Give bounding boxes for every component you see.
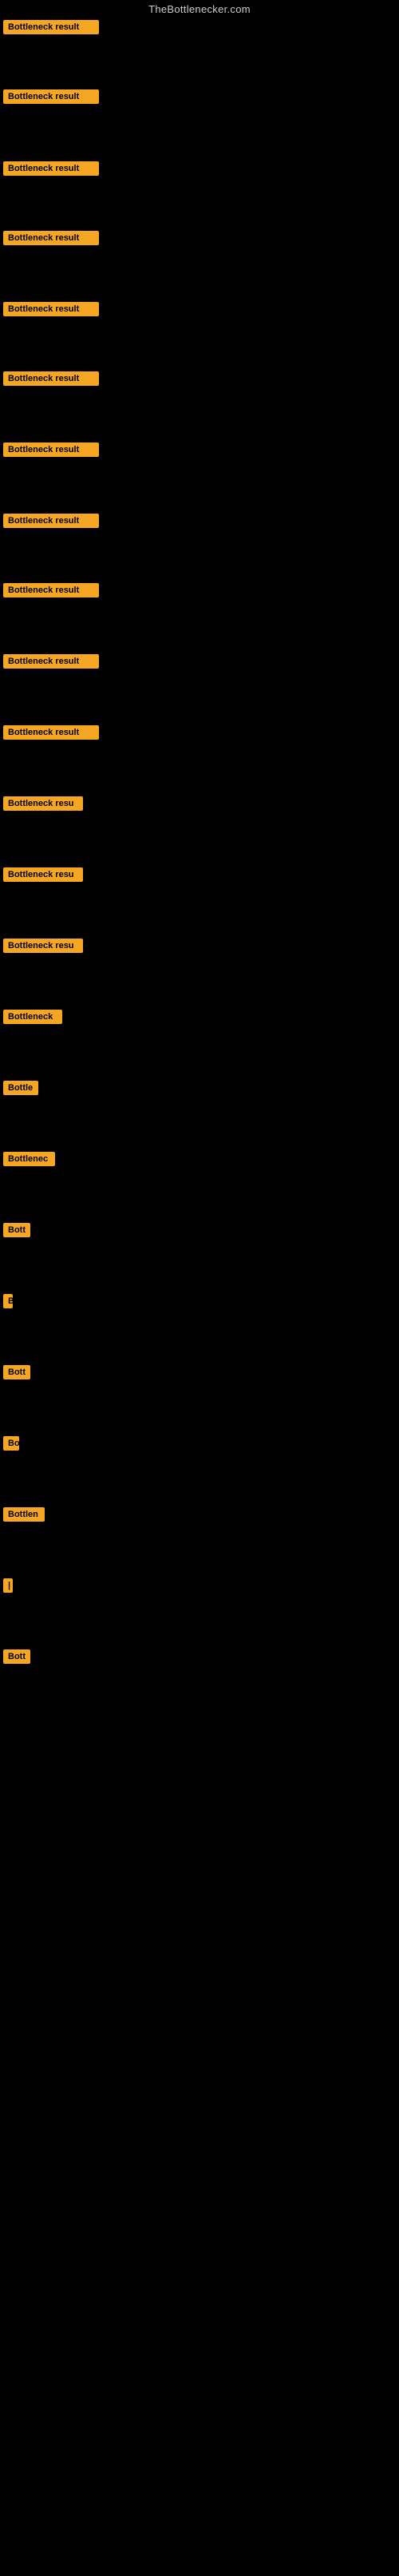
- bottleneck-badge-13[interactable]: Bottleneck resu: [3, 867, 83, 882]
- badge-row-7: Bottleneck result: [3, 443, 99, 461]
- bottleneck-badge-4[interactable]: Bottleneck result: [3, 231, 99, 245]
- badge-row-13: Bottleneck resu: [3, 867, 83, 886]
- badge-row-14: Bottleneck resu: [3, 939, 83, 957]
- bottleneck-badge-14[interactable]: Bottleneck resu: [3, 939, 83, 953]
- bottleneck-badge-2[interactable]: Bottleneck result: [3, 89, 99, 104]
- badge-row-15: Bottleneck: [3, 1010, 62, 1028]
- badge-row-1: Bottleneck result: [3, 20, 99, 38]
- bottleneck-badge-15[interactable]: Bottleneck: [3, 1010, 62, 1024]
- bottleneck-badge-6[interactable]: Bottleneck result: [3, 371, 99, 386]
- badge-row-18: Bott: [3, 1223, 30, 1241]
- bottleneck-badge-20[interactable]: Bott: [3, 1365, 30, 1379]
- badge-row-22: Bottlen: [3, 1507, 45, 1526]
- bottleneck-badge-23[interactable]: |: [3, 1578, 13, 1593]
- badge-row-3: Bottleneck result: [3, 161, 99, 180]
- bottleneck-badge-21[interactable]: Bo: [3, 1436, 19, 1451]
- bottleneck-badge-22[interactable]: Bottlen: [3, 1507, 45, 1522]
- badge-row-19: B: [3, 1294, 13, 1312]
- bottleneck-badge-10[interactable]: Bottleneck result: [3, 654, 99, 669]
- bottleneck-badge-1[interactable]: Bottleneck result: [3, 20, 99, 34]
- bottleneck-badge-17[interactable]: Bottlenec: [3, 1152, 55, 1166]
- badge-row-5: Bottleneck result: [3, 302, 99, 320]
- bottleneck-badge-11[interactable]: Bottleneck result: [3, 725, 99, 740]
- bottleneck-badge-5[interactable]: Bottleneck result: [3, 302, 99, 316]
- badge-row-8: Bottleneck result: [3, 514, 99, 532]
- badge-row-4: Bottleneck result: [3, 231, 99, 249]
- badge-row-2: Bottleneck result: [3, 89, 99, 108]
- badge-row-12: Bottleneck resu: [3, 796, 83, 815]
- badge-row-10: Bottleneck result: [3, 654, 99, 673]
- bottleneck-badge-19[interactable]: B: [3, 1294, 13, 1308]
- bottleneck-badge-8[interactable]: Bottleneck result: [3, 514, 99, 528]
- bottleneck-badge-12[interactable]: Bottleneck resu: [3, 796, 83, 811]
- badge-row-9: Bottleneck result: [3, 583, 99, 601]
- site-title: TheBottlenecker.com: [0, 0, 399, 20]
- bottleneck-badge-3[interactable]: Bottleneck result: [3, 161, 99, 176]
- badge-row-23: |: [3, 1578, 13, 1597]
- badge-row-20: Bott: [3, 1365, 30, 1383]
- badge-row-11: Bottleneck result: [3, 725, 99, 744]
- bottleneck-badge-16[interactable]: Bottle: [3, 1081, 38, 1095]
- badge-row-6: Bottleneck result: [3, 371, 99, 390]
- badge-row-21: Bo: [3, 1436, 19, 1455]
- bottleneck-badge-9[interactable]: Bottleneck result: [3, 583, 99, 597]
- bottleneck-badge-24[interactable]: Bott: [3, 1649, 30, 1664]
- bottleneck-badge-18[interactable]: Bott: [3, 1223, 30, 1237]
- badge-row-24: Bott: [3, 1649, 30, 1668]
- badge-row-16: Bottle: [3, 1081, 38, 1099]
- badge-row-17: Bottlenec: [3, 1152, 55, 1170]
- bottleneck-badge-7[interactable]: Bottleneck result: [3, 443, 99, 457]
